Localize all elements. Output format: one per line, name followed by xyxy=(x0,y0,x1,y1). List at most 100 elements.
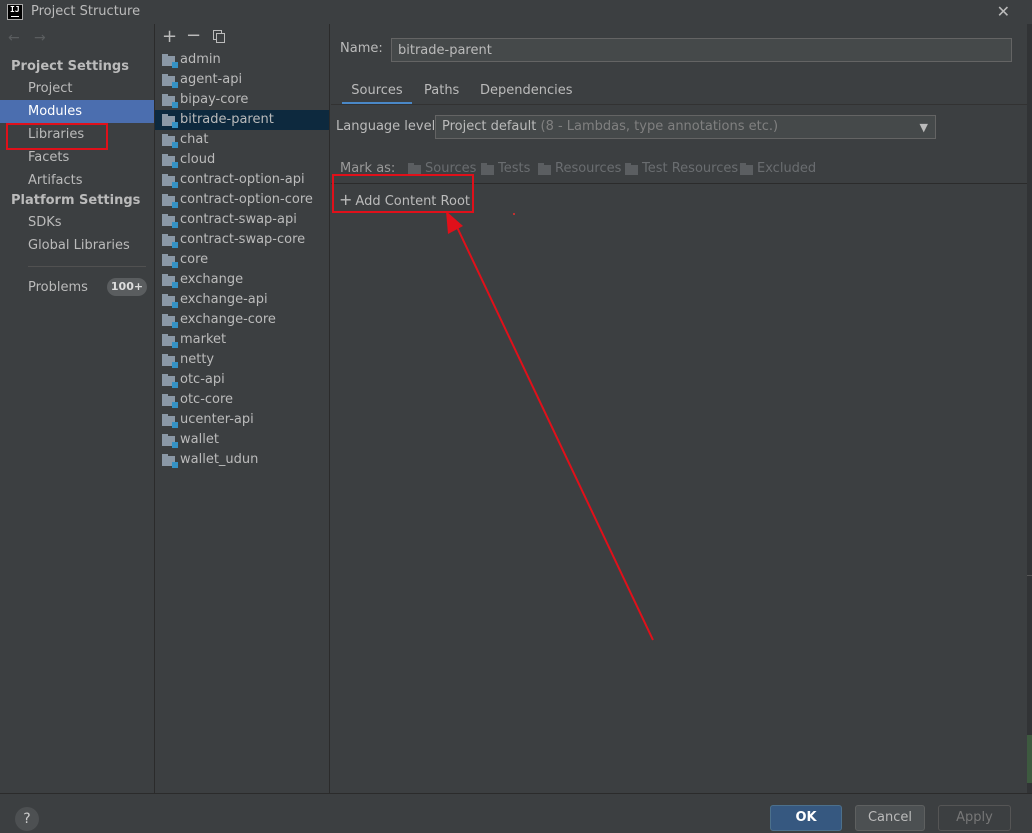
module-folder-icon xyxy=(162,294,178,308)
module-folder-icon xyxy=(162,134,178,148)
module-label: otc-api xyxy=(180,372,225,387)
dialog-button-bar: ? OK Cancel Apply xyxy=(0,793,1032,833)
module-folder-icon xyxy=(162,214,178,228)
module-label: wallet_udun xyxy=(180,452,259,467)
tabs-divider xyxy=(331,104,1032,105)
tab-sources[interactable]: Sources xyxy=(342,80,412,105)
minus-icon[interactable]: − xyxy=(186,25,201,46)
add-content-root-button[interactable]: + Add Content Root xyxy=(339,190,470,209)
module-item[interactable]: cloud xyxy=(155,150,329,170)
mark-as-resources-button[interactable]: Resources xyxy=(538,161,621,176)
nav-item-modules[interactable]: Modules xyxy=(0,100,154,123)
plus-icon[interactable]: + xyxy=(162,26,177,47)
module-list-panel: + − admin agent-api bipay-core bitrade-pare… xyxy=(155,24,330,793)
help-button[interactable]: ? xyxy=(15,807,39,831)
mark-as-label: Mark as: xyxy=(340,161,396,176)
nav-item-artifacts[interactable]: Artifacts xyxy=(0,169,154,192)
apply-button[interactable]: Apply xyxy=(938,805,1011,831)
intellij-logo-icon: IJ xyxy=(7,4,23,20)
module-folder-icon xyxy=(162,454,178,468)
module-folder-icon xyxy=(162,394,178,408)
module-label: exchange-api xyxy=(180,292,268,307)
tab-dependencies[interactable]: Dependencies xyxy=(480,80,573,105)
content-divider xyxy=(331,183,1032,184)
module-item[interactable]: exchange-api xyxy=(155,290,329,310)
module-label: bitrade-parent xyxy=(180,112,274,127)
module-label: contract-option-core xyxy=(180,192,313,207)
nav-item-facets[interactable]: Facets xyxy=(0,146,154,169)
module-item[interactable]: contract-option-core xyxy=(155,190,329,210)
nav-item-libraries[interactable]: Libraries xyxy=(0,123,154,146)
module-label: admin xyxy=(180,52,221,67)
module-name-field[interactable] xyxy=(391,38,1012,62)
module-label: otc-core xyxy=(180,392,234,407)
window-title: Project Structure xyxy=(31,4,141,19)
module-item[interactable]: ucenter-api xyxy=(155,410,329,430)
side-stripe-marker xyxy=(1027,735,1032,783)
module-item[interactable]: exchange xyxy=(155,270,329,290)
module-item[interactable]: exchange-core xyxy=(155,310,329,330)
nav-item-project[interactable]: Project xyxy=(0,77,154,100)
module-item[interactable]: contract-swap-api xyxy=(155,210,329,230)
module-item[interactable]: wallet xyxy=(155,430,329,450)
module-folder-icon xyxy=(162,234,178,248)
module-detail-panel: Name: Sources Paths Dependencies Languag… xyxy=(331,24,1032,793)
module-item[interactable]: admin xyxy=(155,50,329,70)
side-stripe-marker xyxy=(1027,575,1032,576)
module-item[interactable]: bitrade-parent xyxy=(155,110,329,130)
problems-count-badge: 100+ xyxy=(107,278,147,296)
back-arrow-icon[interactable]: ← xyxy=(8,30,20,46)
mark-as-test-resources-button[interactable]: Test Resources xyxy=(625,161,738,176)
module-folder-icon xyxy=(162,354,178,368)
module-label: market xyxy=(180,332,227,347)
mark-as-excluded-button[interactable]: Excluded xyxy=(740,161,816,176)
copy-icon[interactable] xyxy=(213,30,225,43)
module-label: core xyxy=(180,252,209,267)
module-item[interactable]: wallet_udun xyxy=(155,450,329,470)
module-item[interactable]: agent-api xyxy=(155,70,329,90)
name-label: Name: xyxy=(340,41,383,56)
settings-nav: ← → Project Settings Project Modules Lib… xyxy=(0,24,155,793)
module-folder-icon xyxy=(162,194,178,208)
module-folder-icon xyxy=(162,54,178,68)
module-folder-icon xyxy=(162,114,178,128)
forward-arrow-icon[interactable]: → xyxy=(34,30,46,46)
module-item[interactable]: bipay-core xyxy=(155,90,329,110)
module-item[interactable]: chat xyxy=(155,130,329,150)
module-item[interactable]: otc-api xyxy=(155,370,329,390)
chevron-down-icon: ▼ xyxy=(919,121,928,134)
side-stripe xyxy=(1027,24,1032,793)
tab-paths[interactable]: Paths xyxy=(424,80,459,105)
module-label: agent-api xyxy=(180,72,243,87)
mark-as-sources-button[interactable]: Sources xyxy=(408,161,476,176)
module-label: bipay-core xyxy=(180,92,249,107)
module-item[interactable]: contract-option-api xyxy=(155,170,329,190)
mark-as-tests-button[interactable]: Tests xyxy=(481,161,530,176)
module-item[interactable]: otc-core xyxy=(155,390,329,410)
module-folder-icon xyxy=(162,174,178,188)
language-level-select[interactable]: Project default (8 - Lambdas, type annot… xyxy=(435,115,936,139)
nav-divider xyxy=(28,266,146,267)
module-folder-icon xyxy=(162,94,178,108)
module-label: ucenter-api xyxy=(180,412,254,427)
module-label: exchange xyxy=(180,272,244,287)
close-icon[interactable]: ✕ xyxy=(997,2,1010,21)
module-item[interactable]: contract-swap-core xyxy=(155,230,329,250)
module-item[interactable]: netty xyxy=(155,350,329,370)
ok-button[interactable]: OK xyxy=(770,805,842,831)
language-level-value: Project default xyxy=(442,119,537,134)
platform-settings-header: Platform Settings xyxy=(11,193,141,208)
module-label: exchange-core xyxy=(180,312,276,327)
project-settings-header: Project Settings xyxy=(11,59,129,74)
language-level-detail: (8 - Lambdas, type annotations etc.) xyxy=(540,119,779,134)
module-item[interactable]: core xyxy=(155,250,329,270)
module-folder-icon xyxy=(162,274,178,288)
nav-item-global-libraries[interactable]: Global Libraries xyxy=(0,234,154,257)
nav-item-sdks[interactable]: SDKs xyxy=(0,211,154,234)
module-folder-icon xyxy=(162,374,178,388)
module-item[interactable]: market xyxy=(155,330,329,350)
cancel-button[interactable]: Cancel xyxy=(855,805,925,831)
module-label: wallet xyxy=(180,432,219,447)
language-level-label: Language level: xyxy=(336,119,440,134)
module-folder-icon xyxy=(162,334,178,348)
